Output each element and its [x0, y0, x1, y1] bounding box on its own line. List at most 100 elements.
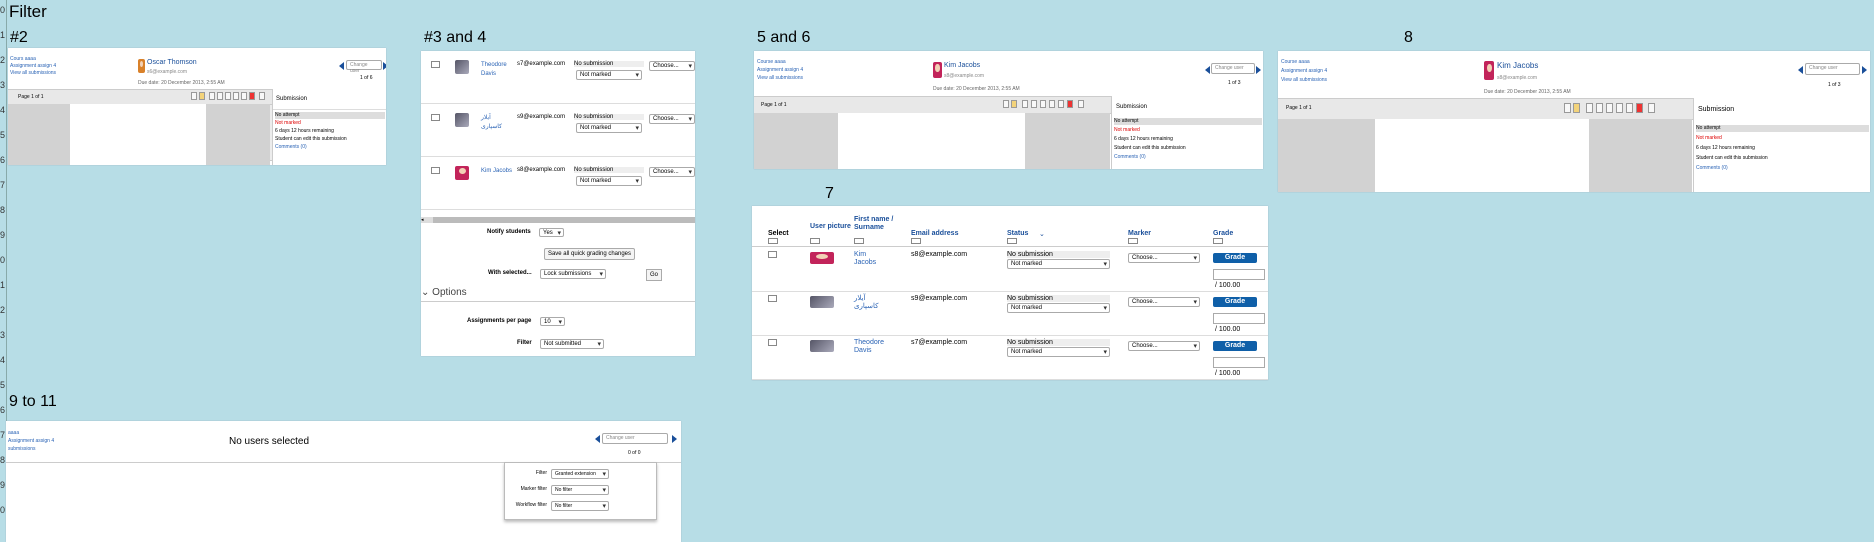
per-page-select[interactable]: 10: [540, 317, 565, 326]
rectangle-tool-icon[interactable]: [1040, 100, 1046, 108]
line-tool-icon[interactable]: [217, 92, 223, 100]
back-link-submissions[interactable]: View all submissions: [10, 70, 56, 76]
next-user-icon[interactable]: [1256, 66, 1261, 74]
filter-select[interactable]: Not submitted: [540, 339, 604, 349]
grade-input[interactable]: [1213, 357, 1265, 368]
back-link-assignment[interactable]: Assignment assign 4: [757, 67, 803, 73]
user-name-link[interactable]: Theodore Davis: [481, 61, 513, 79]
scroll-left-icon[interactable]: ◂: [421, 217, 433, 223]
grading-status-select[interactable]: Not marked: [576, 176, 642, 186]
highlight-color-icon[interactable]: [199, 92, 205, 100]
user-name[interactable]: Kim Jacobs: [944, 62, 980, 69]
grade-input[interactable]: [1213, 269, 1265, 280]
marker-select[interactable]: Choose...: [1128, 253, 1200, 263]
rectangle-tool-icon[interactable]: [225, 92, 231, 100]
next-user-icon[interactable]: [383, 62, 386, 70]
grading-status-select[interactable]: Not marked: [1007, 303, 1110, 313]
user-name[interactable]: Kim Jacobs: [1497, 62, 1538, 70]
row-select-checkbox[interactable]: [431, 167, 440, 174]
comments-link[interactable]: Comments (0): [275, 144, 385, 151]
grading-status-select[interactable]: Not marked: [1007, 259, 1110, 269]
back-link-course[interactable]: Cours aaaa: [10, 56, 36, 62]
marker-select[interactable]: Choose...: [649, 167, 695, 177]
back-link-submissions[interactable]: submissions: [8, 446, 36, 452]
column-header-grade[interactable]: Grade: [1213, 230, 1263, 238]
column-hide-toggle[interactable]: [1128, 238, 1138, 244]
comments-link[interactable]: Comments (0): [1696, 165, 1869, 172]
back-link-course[interactable]: Course aaaa: [1281, 59, 1310, 65]
filter-select[interactable]: Granted extension: [551, 469, 609, 479]
column-header-first-name-surname[interactable]: First name / Surname: [854, 216, 894, 232]
next-user-icon[interactable]: [1862, 66, 1867, 74]
column-header-email-address[interactable]: Email address: [911, 230, 961, 238]
grade-input[interactable]: [1213, 313, 1265, 324]
user-name-link[interactable]: Kim Jacobs: [854, 251, 890, 267]
color-picker-icon[interactable]: [1067, 100, 1073, 108]
line-tool-icon[interactable]: [1596, 103, 1603, 113]
delete-tool-icon[interactable]: [1078, 100, 1084, 108]
user-name-link[interactable]: آیلار کاسپاری: [481, 114, 513, 132]
grade-button[interactable]: Grade: [1213, 341, 1257, 351]
pen-tool-icon[interactable]: [1586, 103, 1593, 113]
delete-tool-icon[interactable]: [1648, 103, 1655, 113]
marker-select[interactable]: Choose...: [1128, 341, 1200, 351]
grading-status-select[interactable]: Not marked: [576, 123, 642, 133]
stamp-tool-icon[interactable]: [1626, 103, 1633, 113]
color-picker-icon[interactable]: [1636, 103, 1643, 113]
delete-tool-icon[interactable]: [259, 92, 265, 100]
pen-tool-icon[interactable]: [209, 92, 215, 100]
row-select-checkbox[interactable]: [768, 251, 777, 258]
column-hide-toggle[interactable]: [1213, 238, 1223, 244]
comment-tool-icon[interactable]: [1564, 103, 1571, 113]
highlight-color-icon[interactable]: [1573, 103, 1580, 113]
previous-user-icon[interactable]: [595, 435, 600, 443]
options-header[interactable]: ⌄ Options: [421, 287, 467, 298]
grading-status-select[interactable]: Not marked: [576, 70, 642, 80]
back-link-submissions[interactable]: View all submissions: [1281, 77, 1327, 83]
marker-select[interactable]: Choose...: [649, 61, 695, 71]
previous-user-icon[interactable]: [1798, 66, 1803, 74]
comment-tool-icon[interactable]: [1003, 100, 1009, 108]
user-name-link[interactable]: Theodore Davis: [854, 339, 890, 355]
previous-user-icon[interactable]: [339, 62, 344, 70]
column-hide-toggle[interactable]: [854, 238, 864, 244]
column-header-marker[interactable]: Marker: [1128, 230, 1178, 238]
horizontal-scrollbar[interactable]: [421, 217, 695, 223]
back-link-submissions[interactable]: View all submissions: [757, 75, 803, 81]
stamp-tool-icon[interactable]: [241, 92, 247, 100]
change-user-select[interactable]: Change user: [1211, 63, 1255, 74]
back-link-assignment[interactable]: Assignment assign 4: [10, 63, 56, 69]
highlight-color-icon[interactable]: [1011, 100, 1017, 108]
line-tool-icon[interactable]: [1031, 100, 1037, 108]
marker-select[interactable]: Choose...: [1128, 297, 1200, 307]
column-hide-toggle[interactable]: [1007, 238, 1017, 244]
comments-link[interactable]: Comments (0): [1114, 154, 1262, 161]
save-grading-button[interactable]: Save all quick grading changes: [544, 248, 635, 260]
change-user-select[interactable]: Change user: [1805, 63, 1860, 75]
grade-button[interactable]: Grade: [1213, 253, 1257, 263]
row-select-checkbox[interactable]: [431, 114, 440, 121]
filter-select[interactable]: No filter: [551, 501, 609, 511]
sort-icon[interactable]: ⌄: [1039, 230, 1045, 238]
stamp-tool-icon[interactable]: [1058, 100, 1064, 108]
user-name[interactable]: Oscar Thomson: [147, 59, 197, 66]
previous-user-icon[interactable]: [1205, 66, 1210, 74]
column-header-status[interactable]: Status: [1007, 230, 1057, 238]
column-hide-toggle[interactable]: [810, 238, 820, 244]
color-picker-icon[interactable]: [249, 92, 255, 100]
user-name-link[interactable]: آیلار کاسپاری: [854, 295, 890, 311]
row-select-checkbox[interactable]: [768, 295, 777, 302]
back-link-course[interactable]: aaaa: [8, 430, 19, 436]
comment-tool-icon[interactable]: [191, 92, 197, 100]
row-select-checkbox[interactable]: [431, 61, 440, 68]
back-link-assignment[interactable]: Assignment assign 4: [1281, 68, 1327, 74]
oval-tool-icon[interactable]: [1049, 100, 1055, 108]
notify-select[interactable]: Yes: [539, 228, 564, 237]
pen-tool-icon[interactable]: [1022, 100, 1028, 108]
marker-select[interactable]: Choose...: [649, 114, 695, 124]
column-hide-toggle[interactable]: [911, 238, 921, 244]
go-button[interactable]: Go: [646, 269, 662, 281]
grade-button[interactable]: Grade: [1213, 297, 1257, 307]
row-select-checkbox[interactable]: [768, 339, 777, 346]
back-link-assignment[interactable]: Assignment assign 4: [8, 438, 54, 444]
